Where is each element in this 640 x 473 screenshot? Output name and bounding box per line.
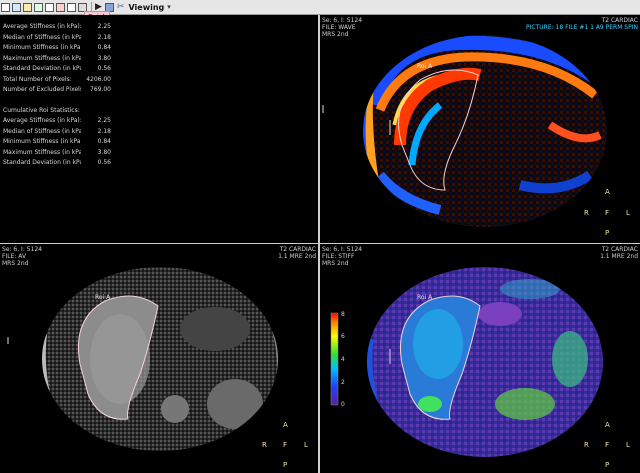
magnitude-image-viewport[interactable]: Se: 6, I: 5124 FILE: AV MRS 2nd T2 CARDI…: [0, 244, 318, 473]
colorbar-tick: 6: [341, 333, 345, 340]
protocol-info: T2 CARDIAC 1.1 MRE 2nd: [278, 246, 316, 260]
stat-row: Total Number of Pixels: 4206.00: [3, 75, 111, 83]
paste-roi-icon[interactable]: [45, 2, 54, 12]
roi-statistics: Average Stiffness (in kPa): 2.25 Median o…: [3, 22, 113, 169]
viewport-divider-vertical[interactable]: [318, 15, 320, 473]
stat-row: Median of Stiffness (in kPa): 2.18: [3, 127, 111, 135]
wave-image: [322, 35, 607, 227]
stats-viewport[interactable]: Average Stiffness (in kPa): 2.25 Median o…: [0, 15, 318, 243]
roi-label: Roi A: [417, 63, 433, 70]
stat-row: Standard Deviation (in kPa): 0.56: [3, 65, 111, 72]
series-info: Se: 6, I: 5124 FILE: AV MRS 2nd: [2, 246, 43, 267]
orientation-top: A: [605, 188, 610, 196]
edit-roi-icon[interactable]: [12, 2, 21, 12]
orientation-bottom: P: [283, 461, 288, 469]
stat-row: Number of Excluded Pixels: 769.00: [3, 86, 111, 93]
orientation-center: F: [283, 441, 288, 449]
stiffness-map-viewport[interactable]: Se: 6, I: 5124 FILE: STIFF MRS 2nd T2 CA…: [320, 244, 640, 473]
colorbar: [330, 312, 339, 406]
select-roi-icon[interactable]: [23, 2, 32, 12]
orientation-left: R: [584, 441, 589, 449]
colorbar-tick: 8: [341, 311, 345, 318]
orientation-left: R: [584, 209, 589, 217]
colorbar-tick: 4: [341, 356, 345, 363]
series-info: Se: 6, I: 5124 FILE: WAVE MRS 2nd: [322, 17, 363, 38]
grid-icon[interactable]: [67, 2, 76, 12]
viewing-tool-icon[interactable]: ✂: [117, 2, 125, 12]
series-info: Se: 6, I: 5124 FILE: STIFF MRS 2nd: [322, 246, 363, 267]
orientation-top: A: [283, 421, 288, 429]
protocol-info: T2 CARDIAC 1.1 MRE 2nd: [600, 246, 638, 260]
delete-roi-icon[interactable]: [56, 2, 65, 12]
stat-row: Standard Deviation (in kPa): 0.56: [3, 159, 111, 166]
stat-row: Median of Stiffness (in kPa): 2.18: [3, 33, 111, 41]
colorbar-tick: 0: [341, 401, 345, 408]
mode-label[interactable]: Viewing: [128, 3, 164, 12]
orientation-left: R: [262, 441, 267, 449]
roi-label: Roi A: [417, 294, 433, 301]
cumulative-title: Cumulative Roi Statistics:: [3, 106, 80, 114]
copy-roi-icon[interactable]: [34, 2, 43, 12]
orientation-bottom: P: [605, 461, 610, 469]
orientation-right: L: [304, 441, 308, 449]
stat-row: Average Stiffness (in kPa): 2.25: [3, 23, 111, 30]
stat-row: Average Stiffness (in kPa): 2.25: [3, 117, 111, 124]
orientation-right: L: [626, 209, 630, 217]
orientation-center: F: [605, 209, 610, 217]
orientation-bottom: P: [605, 229, 610, 237]
orientation-top: A: [605, 421, 610, 429]
chevron-down-icon[interactable]: ▾: [167, 3, 171, 11]
pointer-icon[interactable]: [1, 2, 10, 12]
stat-row: Minimum Stiffness (in kPa): 0.84: [3, 44, 111, 51]
roi-label: Roi A: [95, 294, 111, 301]
wave-image-viewport[interactable]: Se: 6, I: 5124 FILE: WAVE MRS 2nd T2 CAR…: [320, 15, 640, 243]
stat-row: Minimum Stiffness (in kPa): 0.84: [3, 138, 111, 145]
magnitude-image: [7, 267, 278, 451]
orientation-right: L: [626, 441, 630, 449]
orientation-center: F: [605, 441, 610, 449]
viewport-divider-horizontal[interactable]: [0, 243, 640, 244]
stat-row: Maximum Stiffness (in kPa): 3.80: [3, 54, 111, 62]
stiffness-map-image: [330, 267, 603, 457]
stat-row: Maximum Stiffness (in kPa): 3.80: [3, 148, 111, 156]
colorbar-tick: 2: [341, 379, 345, 386]
protocol-info: T2 CARDIAC PICTURE: 18 FILE #1 1 A9 PERM…: [526, 17, 638, 31]
